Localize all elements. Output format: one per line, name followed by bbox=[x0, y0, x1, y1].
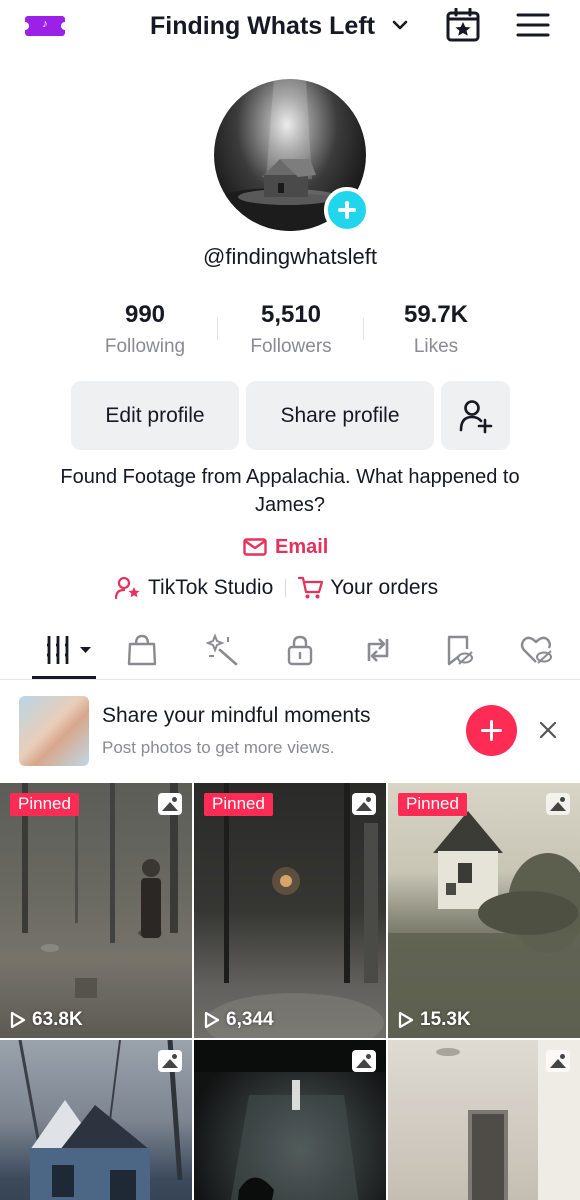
view-count: 6,344 bbox=[204, 1009, 274, 1031]
mail-icon bbox=[243, 538, 267, 556]
tab-reposts[interactable] bbox=[358, 630, 398, 670]
tab-effects[interactable] bbox=[202, 630, 242, 670]
stat-followers[interactable]: 5,510 Followers bbox=[226, 300, 356, 358]
view-count-value: 63.8K bbox=[32, 1009, 83, 1030]
tab-videos[interactable] bbox=[44, 630, 96, 670]
play-icon bbox=[204, 1011, 220, 1029]
thumbnail-white-house bbox=[388, 811, 580, 1038]
grid-item[interactable]: Pinned 6,344 bbox=[194, 783, 386, 1038]
photo-icon bbox=[158, 1050, 182, 1072]
active-tab-indicator bbox=[32, 676, 96, 679]
pinned-badge: Pinned bbox=[398, 793, 467, 816]
photo-icon bbox=[352, 793, 376, 815]
studio-icon bbox=[114, 576, 140, 600]
your-orders-label: Your orders bbox=[330, 576, 439, 599]
grid-item[interactable]: Pinned 15.3K bbox=[388, 783, 580, 1038]
add-user-icon bbox=[459, 399, 492, 433]
thumbnail-forest-figure bbox=[22, 783, 178, 998]
stat-divider bbox=[363, 318, 364, 340]
banner-thumbnail bbox=[19, 696, 89, 766]
stat-following-label: Following bbox=[104, 336, 186, 357]
tab-shop[interactable] bbox=[122, 630, 162, 670]
tab-liked[interactable] bbox=[516, 630, 556, 670]
menu-icon[interactable] bbox=[516, 12, 550, 38]
grid-item[interactable] bbox=[194, 1040, 386, 1200]
thumbnail-dark-road bbox=[204, 783, 384, 1038]
photo-icon bbox=[352, 1050, 376, 1072]
stat-likes-label: Likes bbox=[413, 336, 459, 357]
magic-wand-icon bbox=[205, 633, 238, 666]
photo-icon bbox=[158, 793, 182, 815]
edit-profile-button[interactable]: Edit profile bbox=[71, 381, 239, 450]
close-icon[interactable] bbox=[538, 720, 558, 740]
lock-icon bbox=[287, 635, 313, 666]
mindful-moments-banner[interactable]: Share your mindful moments Post photos t… bbox=[0, 684, 580, 782]
link-divider bbox=[285, 579, 287, 597]
grid-item[interactable] bbox=[388, 1040, 580, 1200]
tab-private[interactable] bbox=[280, 630, 320, 670]
photo-icon bbox=[546, 793, 570, 815]
view-count-value: 15.3K bbox=[420, 1009, 471, 1030]
profile-links: TikTok Studio Your orders bbox=[114, 574, 438, 602]
banner-subtitle: Post photos to get more views. bbox=[102, 738, 335, 757]
share-profile-button[interactable]: Share profile bbox=[246, 381, 434, 450]
pinned-badge: Pinned bbox=[204, 793, 273, 816]
repost-icon bbox=[367, 638, 389, 662]
chevron-down-icon[interactable] bbox=[392, 19, 408, 31]
grid-item[interactable] bbox=[0, 1040, 192, 1200]
profile-bio: Found Footage from Appalachia. What happ… bbox=[60, 466, 520, 516]
stat-likes-value: 59.7K bbox=[403, 301, 469, 328]
shopping-bag-icon bbox=[127, 634, 157, 666]
photo-icon bbox=[546, 1050, 570, 1072]
post-photo-button[interactable] bbox=[466, 705, 517, 756]
stat-following[interactable]: 990 Following bbox=[80, 300, 210, 358]
email-link[interactable]: Email bbox=[243, 533, 328, 561]
tiktok-studio-label: TikTok Studio bbox=[148, 576, 274, 599]
tab-favorites[interactable] bbox=[438, 630, 478, 670]
banner-title: Share your mindful moments bbox=[102, 704, 371, 727]
top-bar: ♪ Finding Whats Left bbox=[0, 0, 580, 52]
bookmark-hidden-icon bbox=[447, 635, 473, 666]
stat-following-value: 990 bbox=[124, 301, 166, 328]
account-title[interactable]: Finding Whats Left bbox=[150, 12, 375, 41]
play-icon bbox=[10, 1011, 26, 1029]
ticket-icon[interactable]: ♪ bbox=[21, 16, 69, 36]
email-label: Email bbox=[275, 535, 329, 558]
tiktok-studio-link[interactable]: TikTok Studio bbox=[114, 576, 273, 600]
view-count: 15.3K bbox=[398, 1009, 471, 1031]
stat-followers-value: 5,510 bbox=[260, 301, 322, 328]
stat-followers-label: Followers bbox=[250, 336, 332, 357]
heart-hidden-icon bbox=[520, 636, 552, 664]
pinned-badge: Pinned bbox=[10, 793, 79, 816]
content-tabs bbox=[0, 620, 580, 680]
stat-likes[interactable]: 59.7K Likes bbox=[371, 300, 501, 358]
grid-videos-icon bbox=[45, 636, 91, 664]
add-avatar-button[interactable] bbox=[324, 187, 370, 233]
play-icon bbox=[398, 1011, 414, 1029]
stat-divider bbox=[217, 318, 218, 340]
cart-icon bbox=[298, 576, 324, 599]
profile-handle: @findingwhatsleft bbox=[203, 244, 377, 269]
grid-item[interactable]: Pinned 63.8K bbox=[0, 783, 192, 1038]
calendar-star-icon[interactable] bbox=[445, 8, 481, 42]
add-friend-button[interactable] bbox=[441, 381, 510, 450]
view-count: 63.8K bbox=[10, 1009, 83, 1031]
view-count-value: 6,344 bbox=[226, 1009, 274, 1030]
your-orders-link[interactable]: Your orders bbox=[298, 576, 438, 600]
